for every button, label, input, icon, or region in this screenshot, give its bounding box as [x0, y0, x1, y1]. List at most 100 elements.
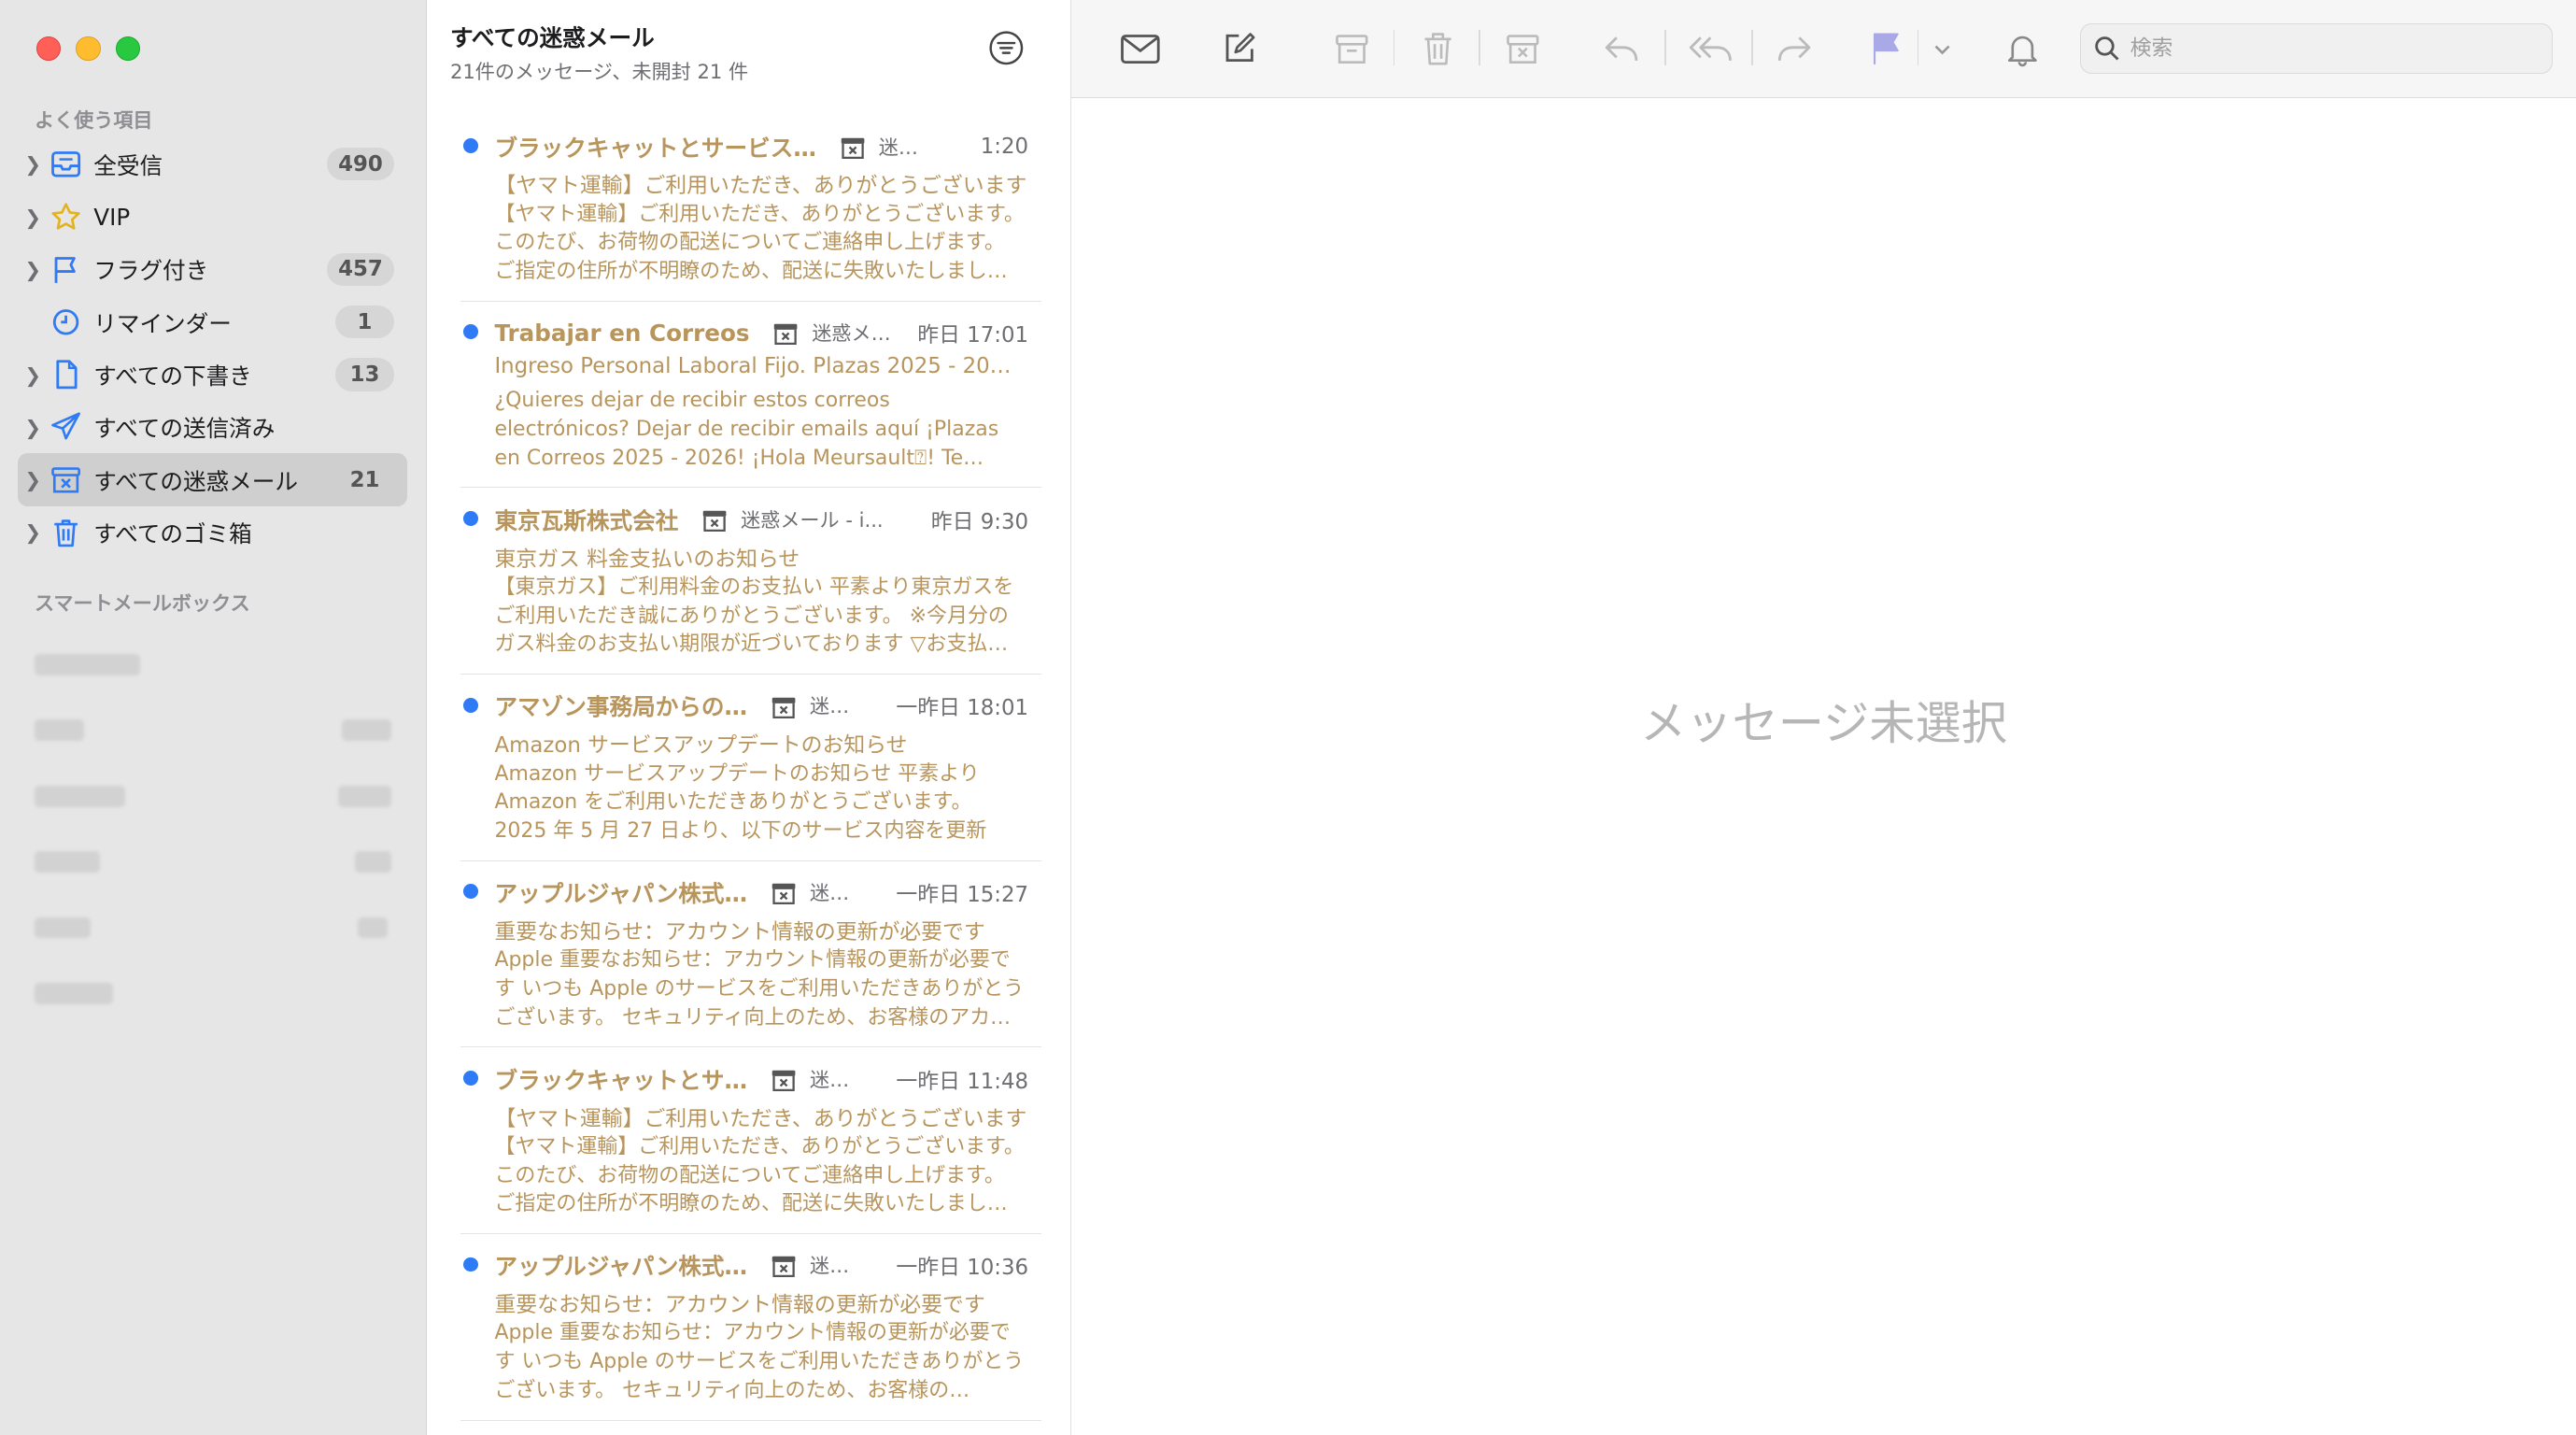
search-icon [2094, 36, 2120, 62]
message-time: 一昨日 18:01 [896, 696, 1029, 721]
search-input[interactable] [2127, 35, 2528, 63]
trash-icon[interactable] [1416, 28, 1459, 71]
reply-icon[interactable] [1600, 28, 1643, 71]
unread-count-badge: 1 [334, 305, 395, 339]
reply-all-icon[interactable] [1686, 28, 1735, 71]
smart-mailbox-item[interactable] [0, 896, 427, 961]
message-row[interactable]: 東京瓦斯株式会社 迷惑メール - i... 昨日 9:30 東京ガス 料金支払いのお知… [460, 488, 1042, 675]
sidebar-item-label: すべての下書き [93, 362, 252, 391]
message-list-pane: すべての迷惑メール 21件のメッセージ、未開封 21 件 ブラックキャットとサー… [427, 0, 1071, 1435]
sidebar-item-reminders[interactable]: リマインダー 1 [18, 296, 407, 348]
junk-box-icon [48, 463, 84, 496]
unread-dot-icon [463, 137, 478, 153]
message-row[interactable]: アップルジャパン株式… 迷… 一昨日 10:36 重要なお知らせ：アカウント情報の更新… [460, 1234, 1042, 1421]
junk-mailbox-icon [771, 1254, 797, 1278]
junk-icon[interactable] [1502, 28, 1545, 71]
bell-icon[interactable] [2001, 28, 2044, 71]
smart-mailbox-item[interactable] [0, 830, 427, 895]
sidebar-item-inbox[interactable]: ❯ 全受信 490 [18, 138, 407, 191]
close-window-button[interactable] [35, 36, 62, 62]
message-mailbox: 迷… [809, 694, 850, 718]
message-list: ブラックキャットとサービス… 迷… 1:20 【ヤマト運輸】ご利用いただき、ありがとう… [460, 115, 1042, 1421]
disclosure-chevron-icon[interactable]: ❯ [18, 363, 48, 387]
message-row[interactable]: ブラックキャットとサ… 迷… 一昨日 11:48 【ヤマト運輸】ご利用いただき、ありが… [460, 1047, 1042, 1234]
message-mailbox: 迷… [809, 881, 850, 905]
sidebar-item-label: フラグ付き [93, 257, 209, 285]
unread-dot-icon [463, 1070, 478, 1086]
message-sender: アップルジャパン株式… [494, 880, 748, 908]
message-subject: 【ヤマト運輸】ご利用いただき、ありがとうございます [494, 1106, 1027, 1131]
message-list-header: すべての迷惑メール 21件のメッセージ、未開封 21 件 [450, 20, 748, 85]
message-row[interactable]: アマゾン事務局からの… 迷… 一昨日 18:01 Amazon サービスアップデートの… [460, 675, 1042, 861]
sidebar-item-drafts[interactable]: ❯ すべての下書き 13 [18, 348, 407, 401]
sidebar-item-trash[interactable]: ❯ すべてのゴミ箱 [18, 506, 407, 559]
sidebar-item-label: すべてのゴミ箱 [93, 519, 252, 547]
unread-dot-icon [463, 697, 478, 713]
message-sender: 東京瓦斯株式会社 [494, 506, 679, 534]
message-mailbox: 迷… [878, 135, 918, 159]
disclosure-chevron-icon[interactable]: ❯ [18, 416, 48, 439]
disclosure-chevron-icon[interactable]: ❯ [18, 468, 48, 491]
message-subject: Ingreso Personal Laboral Fijo. Plazas 20… [494, 354, 1012, 379]
compose-icon[interactable] [1217, 28, 1260, 71]
smart-mailbox-item[interactable] [0, 632, 427, 698]
toolbar [1070, 0, 2576, 98]
mailbox-list: ❯ 全受信 490 ❯ VIP ❯ フラグ付き 457 リマインダー 1 ❯ す… [18, 138, 408, 559]
disclosure-chevron-icon[interactable]: ❯ [18, 206, 48, 229]
message-time: 1:20 [980, 134, 1029, 159]
unread-count-badge: 490 [326, 148, 395, 181]
disclosure-chevron-icon[interactable]: ❯ [18, 520, 48, 544]
minimize-window-button[interactable] [76, 36, 101, 62]
unread-dot-icon [463, 1257, 478, 1272]
message-subject: Amazon サービスアップデートのお知らせ [494, 733, 908, 759]
message-mailbox: 迷惑メ… [812, 321, 891, 346]
sidebar-item-label: VIP [93, 203, 131, 231]
flag-icon[interactable] [1864, 28, 1907, 71]
disclosure-chevron-icon[interactable]: ❯ [18, 152, 48, 176]
message-sender: アマゾン事務局からの… [494, 693, 748, 721]
smart-mailbox-item[interactable] [0, 699, 427, 764]
archive-icon[interactable] [1331, 28, 1374, 71]
message-row[interactable]: ブラックキャットとサービス… 迷… 1:20 【ヤマト運輸】ご利用いただき、ありがとう… [460, 115, 1042, 302]
filter-icon[interactable] [988, 30, 1025, 66]
unread-dot-icon [463, 884, 478, 900]
sidebar-item-vip[interactable]: ❯ VIP [18, 191, 407, 243]
document-icon [48, 358, 84, 391]
zoom-window-button[interactable] [115, 36, 141, 62]
message-row[interactable]: Trabajar en Correos 迷惑メ… 昨日 17:01 Ingreso P… [460, 302, 1042, 489]
disclosure-chevron-icon[interactable]: ❯ [18, 258, 48, 281]
message-subject: 重要なお知らせ：アカウント情報の更新が必要です [494, 1293, 985, 1318]
window-controls [35, 36, 141, 62]
favorites-section-title: よく使う項目 [34, 107, 153, 132]
sidebar-item-junk[interactable]: ❯ すべての迷惑メール 21 [18, 453, 408, 506]
junk-mailbox-icon [771, 881, 797, 905]
message-row[interactable]: アップルジャパン株式… 迷… 一昨日 15:27 重要なお知らせ：アカウント情報の更新… [460, 861, 1042, 1048]
trash-icon [48, 516, 84, 548]
junk-mailbox-icon [772, 321, 799, 346]
message-preview: Apple 重要なお知らせ：アカウント情報の更新が必要です いつも Apple … [494, 948, 1025, 1030]
unread-count-badge: 457 [326, 252, 395, 287]
smart-mailbox-item[interactable] [0, 764, 427, 830]
message-preview: 【ヤマト運輸】ご利用いただき、ありがとうございます。このたび、お荷物の配送につい… [494, 1134, 1025, 1216]
clock-icon [48, 305, 84, 338]
message-time: 一昨日 10:36 [896, 1256, 1029, 1281]
message-mailbox: 迷… [809, 1067, 850, 1091]
unread-count-badge: 13 [334, 358, 395, 391]
star-icon [48, 201, 84, 234]
smart-mailboxes-section-title: スマートメールボックス [34, 590, 250, 615]
search-field[interactable] [2079, 22, 2554, 75]
message-viewer: メッセージ未選択 [1070, 0, 2576, 1435]
inbox-tray-icon [48, 148, 84, 180]
forward-icon[interactable] [1773, 28, 1816, 71]
message-subject: 重要なお知らせ：アカウント情報の更新が必要です [494, 919, 985, 945]
envelope-icon[interactable] [1115, 28, 1165, 71]
sidebar-item-sent[interactable]: ❯ すべての送信済み [18, 401, 407, 453]
chevron-down-icon[interactable] [1926, 28, 1959, 71]
message-time: 一昨日 11:48 [896, 1069, 1029, 1094]
message-sender: アップルジャパン株式… [494, 1253, 748, 1281]
sidebar-item-flagged[interactable]: ❯ フラグ付き 457 [18, 243, 407, 295]
junk-mailbox-icon [771, 1067, 797, 1091]
smart-mailbox-item[interactable] [0, 961, 427, 1027]
flag-icon [48, 253, 84, 286]
mailbox-subtitle: 21件のメッセージ、未開封 21 件 [449, 59, 749, 83]
